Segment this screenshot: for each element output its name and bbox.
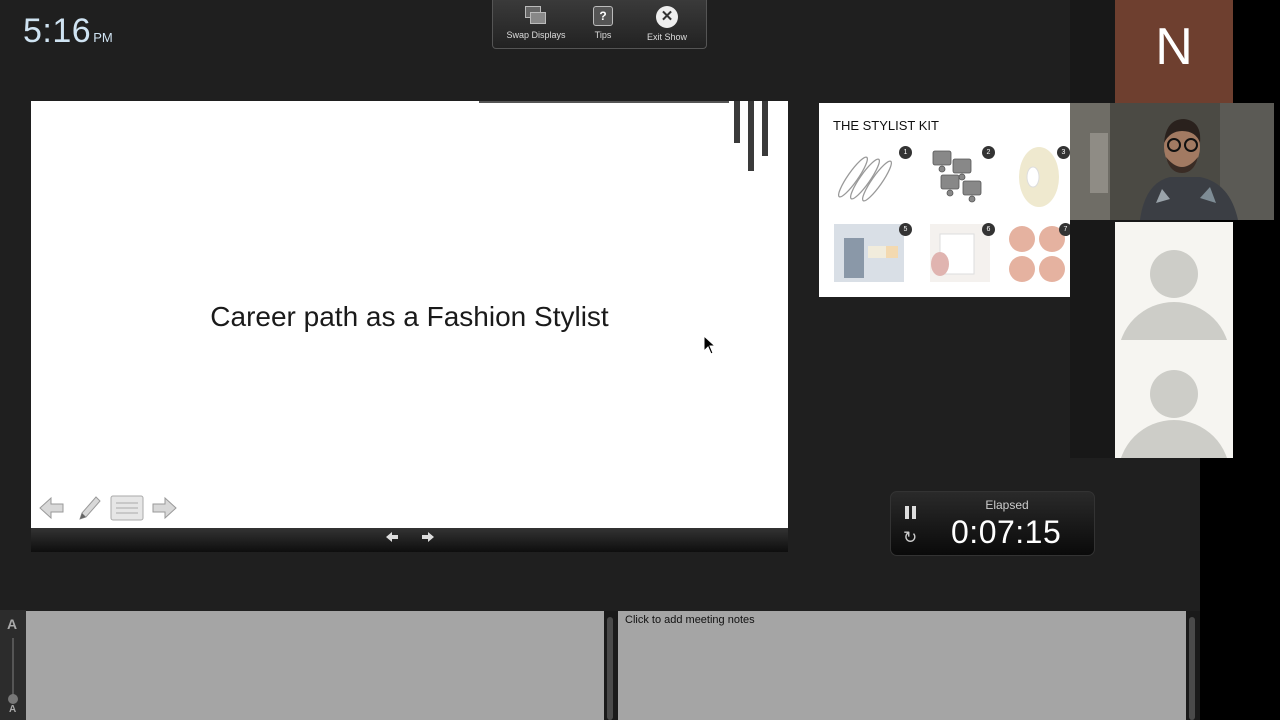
tips-button[interactable]: ? Tips	[589, 6, 617, 40]
current-slide[interactable]: Career path as a Fashion Stylist	[31, 101, 788, 528]
slide-decoration-bar	[748, 101, 754, 171]
previous-slide-icon[interactable]	[36, 493, 66, 523]
notes-scrollbar[interactable]	[604, 611, 618, 720]
participant-video	[1070, 103, 1274, 220]
slide-decoration-bar	[734, 101, 740, 143]
elapsed-timer: Elapsed ↻ 0:07:15	[890, 491, 1095, 556]
meeting-notes-scrollbar[interactable]	[1186, 611, 1200, 720]
clock: 5:16 PM	[23, 12, 113, 51]
nav-previous-icon[interactable]	[385, 530, 399, 549]
clock-ampm: PM	[93, 30, 113, 45]
kit-item-number: 3	[1057, 146, 1070, 159]
nav-next-icon[interactable]	[421, 530, 435, 549]
next-slide-preview[interactable]: THE STYLIST KIT 1 2 3 5 6 7	[819, 103, 1070, 297]
avatar-head-icon	[1150, 250, 1198, 298]
font-size-knob[interactable]	[8, 694, 18, 704]
next-slide-title: THE STYLIST KIT	[833, 118, 939, 133]
meeting-notes-field[interactable]: Click to add meeting notes	[618, 611, 1186, 720]
pen-icon[interactable]	[74, 493, 104, 523]
slide-navigation-bar	[31, 528, 788, 552]
timer-value: 0:07:15	[951, 514, 1062, 550]
swap-displays-button[interactable]: Swap Displays	[505, 6, 567, 40]
timer-label: Elapsed	[985, 498, 1029, 512]
close-icon: ✕	[656, 6, 678, 28]
swap-displays-icon	[525, 6, 547, 26]
kit-item-number: 2	[982, 146, 995, 159]
next-slide-icon[interactable]	[150, 493, 180, 523]
participant-avatar	[1115, 222, 1233, 340]
participant-avatar	[1115, 340, 1233, 458]
mouse-cursor-icon	[703, 335, 717, 355]
exit-show-label: Exit Show	[646, 32, 688, 42]
lint-roller-image	[834, 224, 904, 284]
swap-displays-label: Swap Displays	[506, 30, 566, 40]
kit-item-number: 1	[899, 146, 912, 159]
slide-list-icon[interactable]	[110, 493, 144, 523]
pause-icon[interactable]	[905, 506, 917, 519]
meeting-notes-placeholder: Click to add meeting notes	[625, 614, 755, 626]
font-size-large-label: A	[7, 616, 18, 632]
font-size-track[interactable]	[12, 638, 14, 698]
slide-title: Career path as a Fashion Stylist	[210, 301, 609, 332]
tips-label: Tips	[594, 30, 612, 40]
avatar-body-icon	[1118, 420, 1230, 458]
presenter-notes-field[interactable]	[26, 611, 604, 720]
font-size-small-label: A	[9, 704, 17, 715]
slide-decoration-bar	[762, 101, 768, 156]
exit-show-button[interactable]: ✕ Exit Show	[643, 6, 691, 42]
tips-icon: ?	[593, 6, 613, 26]
avatar-body-icon	[1118, 302, 1230, 340]
kit-item-number: 5	[899, 223, 912, 236]
kit-item-number: 6	[982, 223, 995, 236]
avatar-head-icon	[1150, 370, 1198, 418]
slide-decoration-line	[479, 101, 729, 103]
safety-pins-image	[835, 147, 905, 207]
clock-time: 5:16	[23, 12, 92, 50]
reset-icon[interactable]: ↻	[903, 528, 917, 548]
participant-initial-tile: N	[1115, 0, 1233, 103]
presenter-toolbar: Swap Displays ? Tips ✕ Exit Show	[492, 0, 707, 49]
font-size-slider[interactable]: A A	[0, 610, 26, 720]
kit-item-number: 7	[1059, 223, 1070, 236]
